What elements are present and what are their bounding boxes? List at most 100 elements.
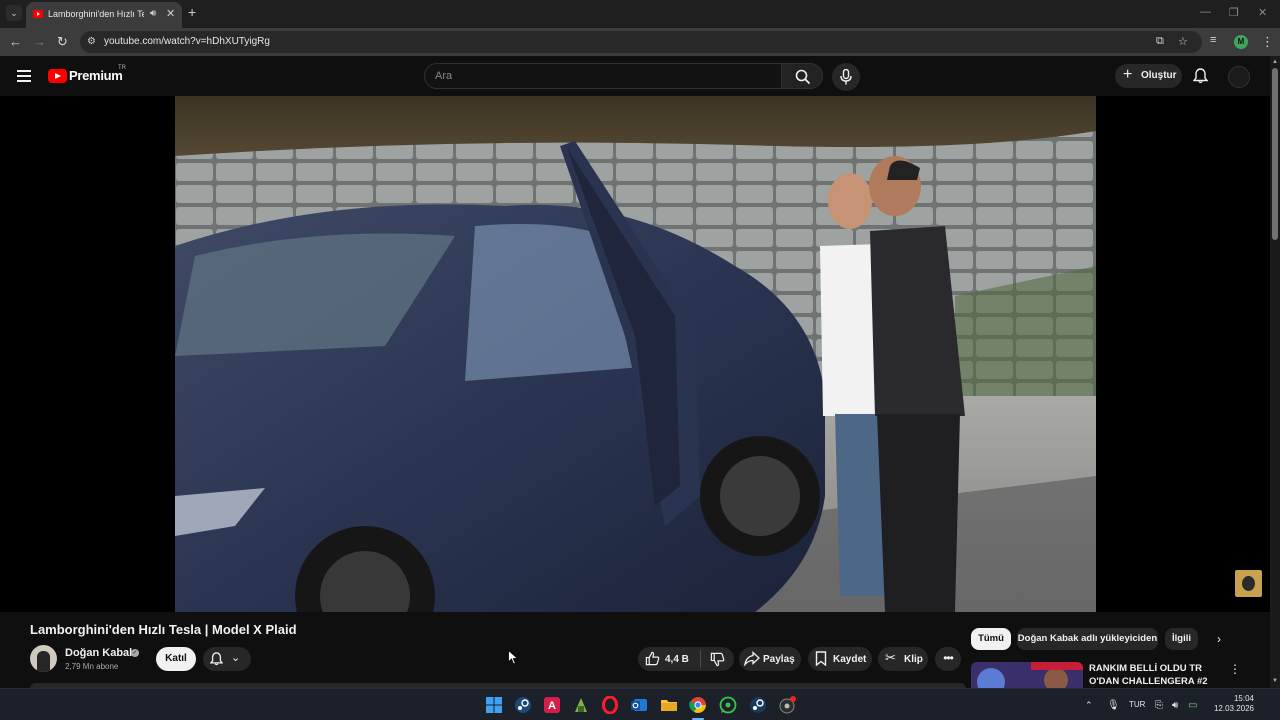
search-icon	[795, 69, 811, 85]
thumbs-down-icon	[710, 652, 725, 667]
restore-icon[interactable]: ❐	[1229, 6, 1239, 19]
bookmark-icon	[815, 651, 827, 666]
record-app-icon[interactable]	[778, 696, 796, 714]
network-icon[interactable]: ⎘	[1155, 700, 1163, 711]
chrome-icon[interactable]	[689, 696, 707, 714]
clock-date: 12.03.2026	[1213, 704, 1254, 713]
subscriber-count: 2,79 Mn abone	[65, 662, 119, 671]
tab-title: Lamborghini'den Hızlı Tesla	[48, 9, 144, 19]
scroll-up-icon[interactable]: ▲	[1272, 59, 1278, 65]
tab-close-icon[interactable]: ✕	[166, 7, 175, 20]
bookmark-star-icon[interactable]: ☆	[1178, 35, 1188, 48]
kebab-menu-icon[interactable]: ⋮	[1229, 662, 1241, 676]
url-text[interactable]: youtube.com/watch?v=hDhXUTyigRg	[104, 36, 270, 47]
search-input[interactable]: Ara	[424, 63, 782, 89]
windows-start-icon[interactable]	[485, 696, 503, 714]
create-button[interactable]: + Oluştur	[1115, 64, 1182, 88]
scroll-down-icon[interactable]: ▼	[1272, 678, 1278, 684]
tab-groups-icon[interactable]: ≡	[1210, 34, 1216, 46]
scissors-icon: ✂	[885, 650, 896, 665]
app-a-icon[interactable]: A	[543, 696, 561, 714]
reload-icon[interactable]: ↻	[57, 34, 68, 50]
language-indicator[interactable]: TUR	[1129, 700, 1145, 709]
save-button[interactable]: Kaydet	[808, 647, 872, 671]
steam-icon-2[interactable]	[749, 696, 767, 714]
clip-button[interactable]: ✂ Klip	[878, 647, 928, 671]
channel-name[interactable]: Doğan Kabak	[65, 647, 135, 659]
page-scrollbar[interactable]: ▲ ▼	[1270, 56, 1280, 688]
tray-expand-icon[interactable]: ⌃	[1085, 700, 1093, 711]
file-explorer-icon[interactable]	[660, 696, 678, 714]
browser-tab[interactable]: Lamborghini'den Hızlı Tesla 🔊︎ ✕	[26, 2, 182, 28]
opera-icon[interactable]	[601, 696, 619, 714]
recommendation-title[interactable]: RANKIM BELLİ OLDU TR O'DAN CHALLENGERA #…	[1089, 662, 1229, 688]
omnibox[interactable]: ⚙ youtube.com/watch?v=hDhXUTyigRg ⧉ ☆	[80, 31, 1202, 53]
whatsapp-icon[interactable]	[719, 696, 737, 714]
dislike-button[interactable]	[701, 647, 734, 671]
like-count: 4,4 B	[665, 654, 689, 665]
create-label: Oluştur	[1141, 70, 1177, 81]
new-tab-button[interactable]: +	[188, 4, 196, 20]
install-app-icon[interactable]: ⧉	[1156, 35, 1164, 48]
chrome-menu-icon[interactable]: ⋮	[1261, 34, 1274, 50]
chip-related[interactable]: İlgili	[1165, 628, 1198, 650]
site-info-icon[interactable]: ⚙	[87, 36, 96, 47]
scrollbar-thumb[interactable]	[1272, 68, 1278, 240]
verified-check-icon: ✓	[131, 649, 139, 657]
bell-icon	[210, 652, 223, 666]
video-still-image	[175, 96, 1096, 612]
youtube-header: Premium TR Ara + Oluştur	[0, 56, 1280, 96]
browser-tab-strip: ⌄ Lamborghini'den Hızlı Tesla 🔊︎ ✕ + — ❐…	[0, 0, 1280, 28]
channel-watermark-icon[interactable]	[1235, 570, 1262, 597]
share-arrow-icon	[744, 651, 760, 666]
tab-search-icon[interactable]: ⌄	[6, 5, 22, 21]
youtube-logo-icon[interactable]	[48, 69, 67, 83]
back-icon[interactable]: ←	[9, 34, 22, 49]
svg-text:A: A	[548, 700, 556, 712]
chip-all[interactable]: Tümü	[971, 628, 1011, 650]
notifications-bell-icon[interactable]	[1193, 68, 1208, 84]
steam-icon[interactable]	[514, 696, 532, 714]
chevron-down-icon: ⌄	[231, 652, 241, 664]
thumbnail-image	[971, 662, 1083, 688]
taskbar-clock[interactable]: 15:04 12.03.2026	[1208, 694, 1254, 714]
video-player[interactable]	[0, 96, 1270, 612]
share-button[interactable]: Paylaş	[739, 647, 801, 671]
address-toolbar: ← → ↻ ⚙ youtube.com/watch?v=hDhXUTyigRg …	[0, 28, 1280, 56]
like-button[interactable]: 4,4 B	[638, 647, 700, 671]
clock-time: 15:04	[1233, 694, 1254, 703]
microphone-icon	[840, 69, 852, 85]
battery-icon[interactable]: ▭	[1188, 700, 1197, 711]
subscription-bell-button[interactable]: ⌄	[203, 647, 251, 671]
country-code: TR	[118, 65, 126, 71]
volume-icon[interactable]: 🔊︎	[1172, 700, 1178, 711]
more-actions-button[interactable]: •••	[935, 647, 961, 671]
minimize-icon[interactable]: —	[1200, 6, 1211, 18]
speaker-icon[interactable]: 🔊︎	[150, 8, 156, 19]
save-label: Kaydet	[833, 654, 867, 665]
channel-avatar[interactable]	[30, 645, 57, 672]
chip-from-uploader[interactable]: Doğan Kabak adlı yükleyiciden	[1017, 628, 1158, 650]
share-label: Paylaş	[763, 654, 795, 665]
voice-search-button[interactable]	[832, 63, 860, 91]
video-title: Lamborghini'den Hızlı Tesla | Model X Pl…	[30, 622, 297, 637]
join-button[interactable]: Katıl	[156, 647, 196, 671]
profile-avatar[interactable]: M	[1234, 35, 1248, 49]
video-frame[interactable]	[175, 96, 1096, 612]
outlook-icon[interactable]	[630, 696, 648, 714]
clip-label: Klip	[904, 654, 923, 665]
like-dislike-group: 4,4 B	[638, 647, 734, 671]
search-button[interactable]	[781, 63, 823, 89]
forward-icon[interactable]: →	[33, 34, 46, 49]
tray-mic-icon[interactable]: 🎙︎	[1107, 700, 1120, 711]
recommendation-thumbnail[interactable]	[971, 662, 1083, 688]
search-placeholder: Ara	[435, 70, 453, 82]
logo-text[interactable]: Premium	[69, 68, 123, 83]
hamburger-menu-icon[interactable]	[17, 70, 31, 82]
youtube-favicon-icon	[33, 10, 43, 18]
window-close-icon[interactable]: ✕	[1258, 6, 1267, 19]
account-avatar[interactable]	[1228, 66, 1250, 88]
chevron-right-icon[interactable]: ›	[1217, 632, 1221, 646]
game-app-icon[interactable]	[572, 696, 590, 714]
windows-taskbar: A ⌃ 🎙︎ TUR ⎘ 🔊︎ ▭ 15:04 12.03.2026	[0, 688, 1280, 720]
